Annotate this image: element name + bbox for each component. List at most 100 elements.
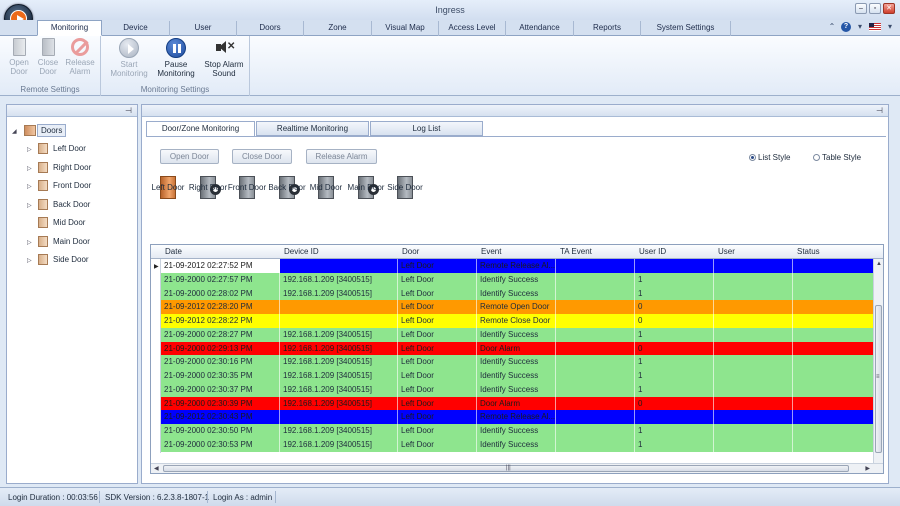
cell-user <box>714 300 793 314</box>
table-row[interactable]: 21-09-2012 02:30:43 PM Left Door Remote Re… <box>161 410 874 424</box>
table-row[interactable]: 21-09-2000 02:30:39 PM 192.168.1.209 [340… <box>161 396 874 411</box>
close-door-ribbon-button[interactable]: Close Door <box>34 38 62 76</box>
table-row[interactable]: 21-09-2000 02:28:27 PM 192.168.1.209 [340… <box>161 327 874 342</box>
col-user-id[interactable]: User ID <box>639 247 666 256</box>
col-status[interactable]: Status <box>797 247 820 256</box>
col-user[interactable]: User <box>718 247 735 256</box>
door-tile-front-door[interactable]: Front Door <box>225 174 269 200</box>
door-tile-back-door[interactable]: Back Door <box>265 174 309 200</box>
table-row[interactable]: 21-09-2012 02:28:20 PM Left Door Remote Op… <box>161 300 874 314</box>
monitoring-settings-group: Start Monitoring Pause Monitoring ✕ Stop… <box>101 36 250 96</box>
dropdown-icon[interactable]: ▾ <box>855 22 865 32</box>
door-icon <box>38 198 48 210</box>
release-alarm-button[interactable]: Release Alarm <box>306 149 377 164</box>
collapse-ribbon-icon[interactable]: ⌃ <box>827 22 837 32</box>
horizontal-scrollbar[interactable]: ◀ ||| ▶ <box>151 463 883 473</box>
table-row[interactable]: 21-09-2000 02:30:35 PM 192.168.1.209 [340… <box>161 369 874 383</box>
cell-date: 21-09-2000 02:30:39 PM <box>161 396 280 411</box>
tree-item-mid-door[interactable]: Mid Door <box>7 215 137 234</box>
table-row[interactable]: 21-09-2000 02:30:16 PM 192.168.1.209 [340… <box>161 355 874 369</box>
tab-log-list[interactable]: Log List <box>370 121 483 136</box>
tab-door-zone-monitoring[interactable]: Door/Zone Monitoring <box>146 121 255 137</box>
tree-item-front-door[interactable]: ▷ Front Door <box>7 178 137 197</box>
col-door[interactable]: Door <box>402 247 419 256</box>
list-style-radio[interactable]: List Style <box>749 153 790 162</box>
expand-icon[interactable]: ▷ <box>27 202 32 209</box>
door-tile-side-door[interactable]: Side Door <box>383 174 427 200</box>
cell-door: Left Door <box>398 396 477 411</box>
cell-event: Remote Open Door <box>477 300 556 314</box>
expand-icon[interactable]: ▷ <box>27 257 32 264</box>
door-tile-mid-door[interactable]: Mid Door <box>304 174 348 200</box>
col-event[interactable]: Event <box>481 247 501 256</box>
start-monitoring-button[interactable]: Start Monitoring <box>107 38 151 78</box>
stop-alarm-sound-button[interactable]: ✕ Stop Alarm Sound <box>201 38 247 78</box>
cell-status <box>793 382 874 397</box>
tree-item-right-door[interactable]: ▷ Right Door <box>7 160 137 179</box>
col-ta-event[interactable]: TA Event <box>560 247 592 256</box>
tab-device[interactable]: Device <box>102 21 170 36</box>
table-row[interactable]: 21-09-2000 02:30:37 PM 192.168.1.209 [340… <box>161 382 874 397</box>
maximize-icon[interactable]: ▫ <box>869 3 881 14</box>
tab-user[interactable]: User <box>170 21 237 36</box>
door-tile-main-door[interactable]: Main Door <box>344 174 388 200</box>
scroll-up-icon[interactable]: ▲ <box>876 261 882 267</box>
expand-icon[interactable]: ▷ <box>27 146 32 153</box>
expand-icon[interactable]: ▷ <box>27 239 32 246</box>
door-tile-right-door[interactable]: Right Door <box>186 174 230 200</box>
table-row[interactable]: 21-09-2000 02:27:57 PM 192.168.1.209 [340… <box>161 272 874 287</box>
door-tile-left-door[interactable]: Left Door <box>146 174 190 200</box>
scroll-left-icon[interactable]: ◀ <box>154 465 159 472</box>
tab-access-level[interactable]: Access Level <box>439 21 506 36</box>
cell-date: 21-09-2000 02:30:37 PM <box>161 382 280 397</box>
radio-checked-icon <box>749 154 756 161</box>
col-device-id[interactable]: Device ID <box>284 247 319 256</box>
cell-user <box>714 286 793 301</box>
col-date[interactable]: Date <box>165 247 182 256</box>
start-monitoring-icon <box>119 38 139 58</box>
cell-device <box>280 300 398 314</box>
help-icon[interactable]: ? <box>841 22 851 32</box>
pause-monitoring-button[interactable]: Pause Monitoring <box>154 38 198 78</box>
open-door-button[interactable]: Open Door <box>160 149 219 164</box>
tree-item-left-door[interactable]: ▷ Left Door <box>7 141 137 160</box>
tab-monitoring[interactable]: Monitoring <box>37 20 102 36</box>
expand-icon[interactable]: ▷ <box>27 183 32 190</box>
tab-system-settings[interactable]: System Settings <box>641 21 731 36</box>
cell-ta <box>556 355 635 369</box>
pin-icon[interactable]: ⊣ <box>125 106 132 115</box>
close-door-button[interactable]: Close Door <box>232 149 292 164</box>
language-flag-icon[interactable] <box>869 23 881 31</box>
release-alarm-ribbon-button[interactable]: Release Alarm <box>63 38 97 76</box>
scroll-right-icon[interactable]: ▶ <box>865 465 870 472</box>
table-style-radio[interactable]: Table Style <box>813 153 861 162</box>
table-row[interactable]: 21-09-2012 02:28:22 PM Left Door Remote Cl… <box>161 314 874 328</box>
cell-event: Identify Success <box>477 272 556 287</box>
expand-icon[interactable]: ▷ <box>27 165 32 172</box>
table-row[interactable]: 21-09-2012 02:27:52 PM Left Door Remote Re… <box>161 259 874 273</box>
table-row[interactable]: 21-09-2000 02:30:50 PM 192.168.1.209 [340… <box>161 424 874 438</box>
tree-item-main-door[interactable]: ▷ Main Door <box>7 234 137 253</box>
collapse-icon[interactable]: ◢ <box>12 128 17 135</box>
cell-event: Remote Release Al... <box>477 410 556 424</box>
vertical-scrollbar[interactable]: ▲ ≡ <box>873 259 883 463</box>
tab-realtime-monitoring[interactable]: Realtime Monitoring <box>256 121 369 136</box>
table-row[interactable]: 21-09-2000 02:29:13 PM 192.168.1.209 [340… <box>161 341 874 356</box>
dropdown-icon[interactable]: ▾ <box>885 22 895 32</box>
tree-item-label: Main Door <box>53 236 90 246</box>
tab-reports[interactable]: Reports <box>574 21 641 36</box>
door-tree: ◢ Doors ▷ Left Door ▷ Right Door ▷ Front Door… <box>7 117 137 271</box>
tree-root-doors[interactable]: ◢ Doors <box>7 123 137 141</box>
tab-doors[interactable]: Doors <box>237 21 304 36</box>
tree-item-side-door[interactable]: ▷ Side Door <box>7 252 137 271</box>
minimize-icon[interactable]: – <box>855 3 867 14</box>
tab-attendance[interactable]: Attendance <box>506 21 574 36</box>
tree-item-back-door[interactable]: ▷ Back Door <box>7 197 137 216</box>
table-row[interactable]: 21-09-2000 02:30:53 PM 192.168.1.209 [340… <box>161 437 874 452</box>
open-door-ribbon-button[interactable]: Open Door <box>5 38 33 76</box>
close-icon[interactable]: ✕ <box>883 3 895 14</box>
table-row[interactable]: 21-09-2000 02:28:02 PM 192.168.1.209 [340… <box>161 286 874 301</box>
tab-visual-map[interactable]: Visual Map <box>372 21 439 36</box>
pin-icon[interactable]: ⊣ <box>876 106 883 115</box>
tab-zone[interactable]: Zone <box>304 21 372 36</box>
